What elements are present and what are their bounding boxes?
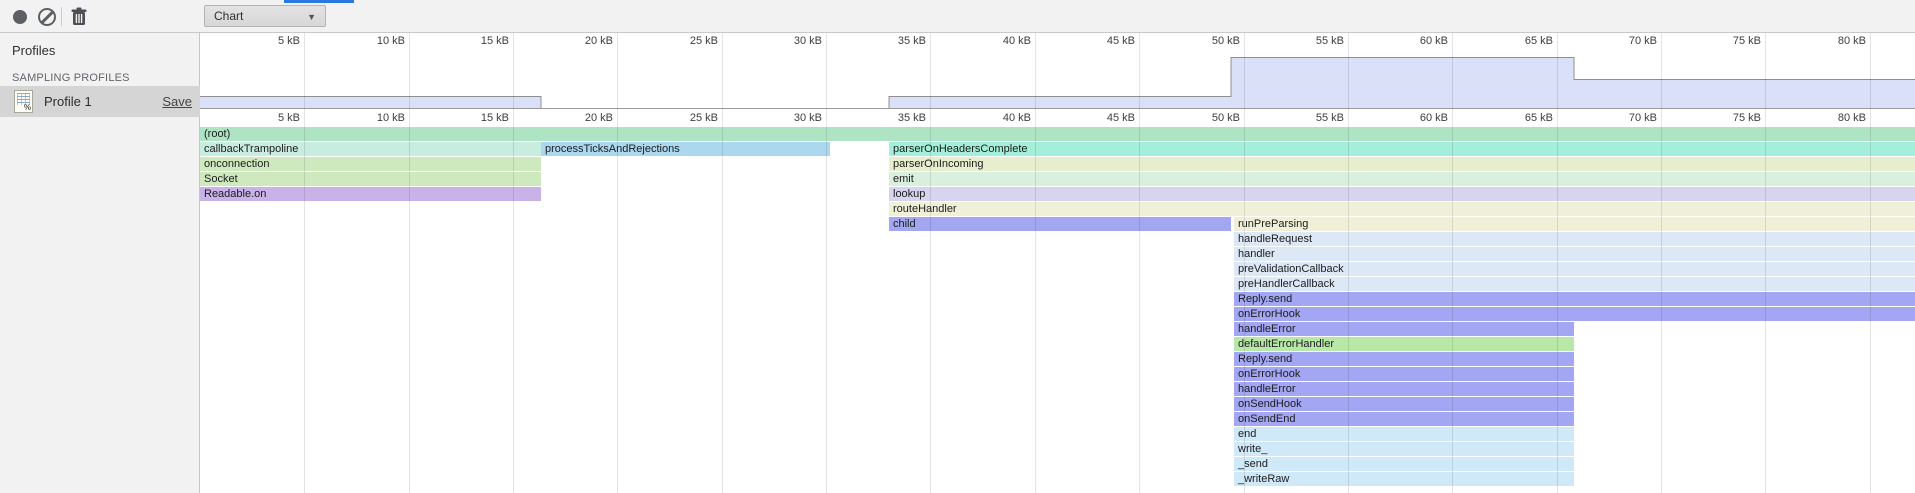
ruler-tick-label: 10 kB bbox=[335, 35, 405, 47]
ruler-tick-label: 25 kB bbox=[648, 35, 718, 47]
flame-bar[interactable]: Reply.send bbox=[1234, 292, 1915, 306]
profile-icon: % bbox=[14, 90, 33, 113]
save-profile-link[interactable]: Save bbox=[162, 94, 192, 109]
flame-bar[interactable]: _writeRaw bbox=[1234, 472, 1574, 486]
flame-bar[interactable]: handler bbox=[1234, 247, 1915, 261]
profiles-sidebar: Profiles SAMPLING PROFILES % Profile 1 S… bbox=[0, 33, 200, 493]
flame-bar[interactable]: handleRequest bbox=[1234, 232, 1915, 246]
profile-name: Profile 1 bbox=[44, 94, 92, 109]
ruler-tick-label: 70 kB bbox=[1587, 35, 1657, 47]
ruler-tick-label: 15 kB bbox=[439, 112, 509, 124]
ruler-tick-label: 55 kB bbox=[1274, 35, 1344, 47]
ruler-tick-label: 80 kB bbox=[1796, 112, 1866, 124]
ruler-tick-label: 20 kB bbox=[543, 112, 613, 124]
clear-profiles-icon[interactable] bbox=[38, 8, 56, 26]
toolbar-divider bbox=[61, 7, 62, 26]
flame-bar[interactable]: Socket bbox=[200, 172, 541, 186]
flame-bar[interactable]: parserOnHeadersComplete bbox=[889, 142, 1915, 156]
flame-bar[interactable]: Readable.on bbox=[200, 187, 541, 201]
ruler-tick-label: 60 kB bbox=[1378, 112, 1448, 124]
ruler-tick-label: 5 kB bbox=[230, 35, 300, 47]
ruler-tick-label: 65 kB bbox=[1483, 35, 1553, 47]
sidebar-item-profile-1[interactable]: % Profile 1 Save bbox=[0, 86, 200, 117]
memory-profiler-panel: Chart ▼ Profiles SAMPLING PROFILES % Pro… bbox=[0, 0, 1915, 493]
flame-bar[interactable]: emit bbox=[889, 172, 1915, 186]
flame-bar[interactable]: preHandlerCallback bbox=[1234, 277, 1915, 291]
view-mode-select[interactable]: Chart ▼ bbox=[204, 5, 326, 27]
ruler-tick-label: 25 kB bbox=[648, 112, 718, 124]
ruler-tick-label: 75 kB bbox=[1691, 35, 1761, 47]
sampling-profiles-section-header: SAMPLING PROFILES bbox=[12, 72, 130, 84]
flame-bar[interactable]: onErrorHook bbox=[1234, 307, 1915, 321]
flame-bar[interactable]: onSendHook bbox=[1234, 397, 1574, 411]
ruler-tick-label: 50 kB bbox=[1170, 35, 1240, 47]
flame-bar[interactable]: Reply.send bbox=[1234, 352, 1574, 366]
ruler-tick-label: 75 kB bbox=[1691, 112, 1761, 124]
flamechart-rows: (root)callbackTrampolineprocessTicksAndR… bbox=[200, 127, 1915, 493]
flame-bar[interactable]: callbackTrampoline bbox=[200, 142, 541, 156]
flame-bar[interactable]: onSendEnd bbox=[1234, 412, 1574, 426]
flame-bar[interactable]: handleError bbox=[1234, 382, 1574, 396]
chevron-down-icon: ▼ bbox=[307, 6, 316, 28]
flame-bar[interactable]: write_ bbox=[1234, 442, 1574, 456]
profiler-toolbar: Chart ▼ bbox=[0, 0, 1915, 33]
ruler-tick-label: 35 kB bbox=[856, 112, 926, 124]
flamechart-ruler: 5 kB 10 kB 15 kB 20 kB 25 kB 30 kB 35 kB 40 kB 4… bbox=[200, 109, 1915, 127]
ruler-tick-label: 15 kB bbox=[439, 35, 509, 47]
flame-bar[interactable]: child bbox=[889, 217, 1231, 231]
flame-bar[interactable]: handleError bbox=[1234, 322, 1574, 336]
ruler-tick-label: 10 kB bbox=[335, 112, 405, 124]
ruler-tick-label: 60 kB bbox=[1378, 35, 1448, 47]
flame-bar[interactable]: preValidationCallback bbox=[1234, 262, 1915, 276]
record-button[interactable] bbox=[13, 10, 27, 24]
flame-bar[interactable]: lookup bbox=[889, 187, 1915, 201]
ruler-tick-label: 50 kB bbox=[1170, 112, 1240, 124]
flame-bar[interactable]: onconnection bbox=[200, 157, 541, 171]
flame-chart-area: 5 kB 10 kB 15 kB 20 kB 25 kB 30 kB 35 kB 40 kB 4… bbox=[200, 33, 1915, 493]
flame-bar[interactable]: runPreParsing bbox=[1234, 217, 1915, 231]
active-tab-indicator bbox=[284, 0, 354, 3]
flame-bar[interactable]: end bbox=[1234, 427, 1574, 441]
ruler-tick-label: 80 kB bbox=[1796, 35, 1866, 47]
sidebar-title: Profiles bbox=[12, 43, 55, 58]
memory-overview-pane[interactable]: 5 kB 10 kB 15 kB 20 kB 25 kB 30 kB 35 kB 40 kB 4… bbox=[200, 33, 1915, 109]
trash-icon[interactable] bbox=[70, 7, 88, 26]
ruler-tick-label: 30 kB bbox=[752, 35, 822, 47]
flame-bar[interactable]: defaultErrorHandler bbox=[1234, 337, 1574, 351]
ruler-tick-label: 45 kB bbox=[1065, 35, 1135, 47]
flame-bar[interactable]: (root) bbox=[200, 127, 1915, 141]
flame-bar[interactable]: processTicksAndRejections bbox=[541, 142, 830, 156]
ruler-tick-label: 45 kB bbox=[1065, 112, 1135, 124]
ruler-tick-label: 55 kB bbox=[1274, 112, 1344, 124]
ruler-tick-label: 70 kB bbox=[1587, 112, 1657, 124]
ruler-tick-label: 30 kB bbox=[752, 112, 822, 124]
view-mode-selected-value: Chart bbox=[214, 9, 243, 23]
overview-ruler: 5 kB 10 kB 15 kB 20 kB 25 kB 30 kB 35 kB 40 kB 4… bbox=[200, 35, 1915, 49]
flame-bar[interactable]: _send bbox=[1234, 457, 1574, 471]
ruler-tick-label: 65 kB bbox=[1483, 112, 1553, 124]
ruler-tick-label: 20 kB bbox=[543, 35, 613, 47]
flame-bar[interactable]: parserOnIncoming bbox=[889, 157, 1915, 171]
ruler-tick-label: 40 kB bbox=[961, 35, 1031, 47]
ruler-tick-label: 35 kB bbox=[856, 35, 926, 47]
flame-bar[interactable]: routeHandler bbox=[889, 202, 1915, 216]
flame-bar[interactable]: onErrorHook bbox=[1234, 367, 1574, 381]
ruler-tick-label: 40 kB bbox=[961, 112, 1031, 124]
ruler-tick-label: 5 kB bbox=[230, 112, 300, 124]
